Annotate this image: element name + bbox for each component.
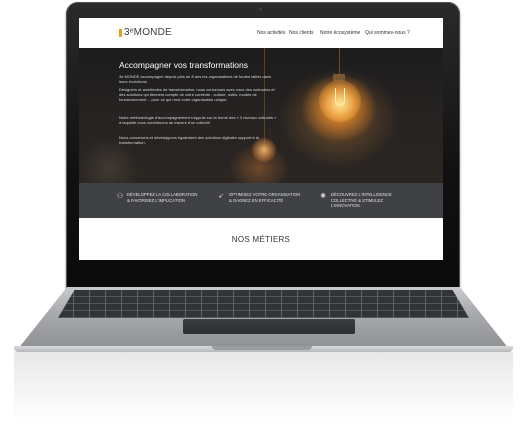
laptop-front-notch (212, 346, 312, 350)
brain-icon: ✺ (320, 193, 326, 200)
people-icon: ⚇ (116, 193, 124, 200)
webcam-icon (258, 7, 263, 12)
laptop-screen: 3ᵉMONDE Nos activités Nos clients Notre … (79, 18, 443, 260)
nav-item-clients[interactable]: Nos clients (289, 30, 313, 36)
nav-item-ecosysteme[interactable]: Notre écosystème (320, 30, 360, 36)
touchpad (183, 319, 355, 334)
feature-collaboration[interactable]: DÉVELOPPEZ LA COLLABORATION & FAVORISEZ … (127, 192, 197, 203)
rocket-icon: ➶ (218, 193, 224, 200)
hero-title: Accompagner vos transformations (119, 60, 248, 70)
bulb-filament (335, 88, 345, 106)
laptop-reflection (14, 352, 513, 422)
logo-accent-bar (119, 29, 122, 37)
nav-item-qui-sommes-nous[interactable]: Qui sommes-nous ? (365, 30, 410, 36)
site-logo[interactable]: 3ᵉMONDE (124, 27, 172, 38)
section-title: NOS MÉTIERS (231, 235, 291, 244)
hero-paragraph: Designers et architectes de transformati… (119, 87, 275, 102)
feature-organisation[interactable]: OPTIMISEZ VOTRE ORGANISATION & GAGNEZ EN… (229, 192, 300, 203)
hero-paragraph: 3e MONDE accompagne depuis plus de 8 ans… (119, 74, 272, 84)
feature-intelligence[interactable]: DÉCOUVREZ L'INTELLIGENCE COLLECTIVE & ST… (331, 192, 392, 209)
bulb-wire (339, 48, 340, 76)
hero-paragraph: Notre méthodologie d'accompagnement s'ap… (119, 115, 277, 125)
hero-paragraph: Nous concevons et développons également … (119, 135, 259, 145)
nav-item-activites[interactable]: Nos activités (257, 30, 285, 36)
keyboard-rows (58, 290, 469, 318)
